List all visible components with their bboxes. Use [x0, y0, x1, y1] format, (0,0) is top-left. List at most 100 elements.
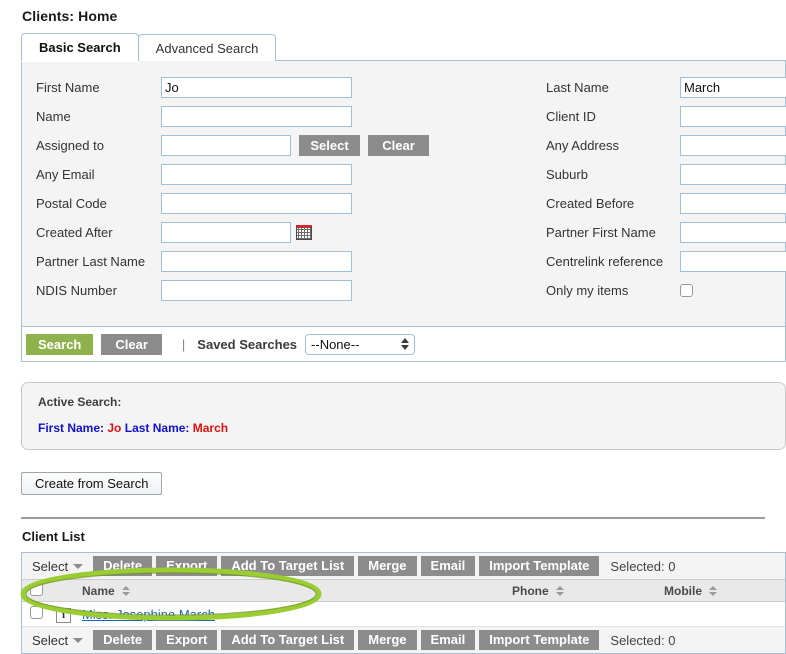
assigned-to-clear-button[interactable]: Clear [368, 134, 429, 156]
client-name-link[interactable]: Miss. Josephine March [82, 607, 215, 622]
page-title: Clients: Home [22, 8, 118, 24]
header-phone[interactable]: Phone [512, 579, 664, 602]
partner-first-name-input[interactable] [680, 221, 786, 243]
merge-button-top[interactable]: Merge [358, 556, 417, 576]
header-info [56, 579, 82, 602]
any-email-input[interactable] [161, 163, 352, 185]
field-name-label: Name [36, 108, 71, 124]
clear-button[interactable]: Clear [101, 333, 162, 355]
select-dropdown-label: Select [32, 558, 69, 574]
field-created-before-label: Created Before [546, 195, 635, 211]
create-from-search-button[interactable]: Create from Search [21, 472, 163, 495]
select-all-checkbox[interactable] [30, 582, 43, 596]
field-partner-last-name: Partner Last Name [22, 248, 532, 274]
field-first-name-label: First Name [36, 79, 100, 95]
export-button-top[interactable]: Export [156, 556, 218, 576]
field-any-address: Any Address [532, 132, 786, 158]
merge-button-bottom[interactable]: Merge [358, 630, 417, 650]
centrelink-reference-input[interactable] [680, 250, 786, 272]
search-form-left-column: First Name Name Assigned to Select Clear… [22, 74, 532, 306]
table-header-row: Name Phone Mobile [22, 579, 785, 602]
search-actions-bar: Search Clear | Saved Searches --None-- [21, 327, 786, 362]
info-icon[interactable]: i [56, 607, 71, 623]
saved-searches-label: Saved Searches [197, 336, 298, 352]
import-template-button-bottom[interactable]: Import Template [479, 630, 600, 650]
sort-icon-phone[interactable] [555, 585, 564, 596]
field-created-after-label: Created After [36, 224, 113, 240]
search-tabs: Basic Search Advanced Search [21, 33, 786, 61]
field-postal-code-label: Postal Code [36, 195, 107, 211]
chevron-down-icon [73, 563, 84, 569]
select-dropdown-bottom[interactable]: Select [26, 633, 89, 648]
client-list-toolbar-bottom: Select Delete Export Add To Target List … [22, 627, 785, 653]
saved-searches-select[interactable]: --None-- [305, 333, 416, 355]
row-info-cell: i [56, 601, 82, 627]
name-input[interactable] [161, 105, 352, 127]
assigned-to-select-button[interactable]: Select [299, 134, 360, 156]
field-only-my-items: Only my items [532, 277, 786, 303]
suburb-input[interactable] [680, 163, 786, 185]
field-created-before: Created Before [532, 190, 786, 216]
client-list-toolbar-top: Select Delete Export Add To Target List … [22, 553, 785, 579]
calendar-icon[interactable] [296, 224, 312, 240]
field-created-after: Created After [22, 219, 532, 245]
header-mobile[interactable]: Mobile [664, 579, 785, 602]
created-before-input[interactable] [680, 192, 786, 214]
field-any-email: Any Email [22, 161, 532, 187]
active-search-key-first-name: First Name: [38, 421, 105, 435]
selected-count-bottom: Selected: 0 [610, 632, 676, 648]
tab-basic-search-label: Basic Search [39, 40, 121, 55]
client-list-body: i Miss. Josephine March [22, 601, 785, 627]
row-mobile-cell [664, 601, 785, 627]
client-list-table: Name Phone Mobile i Miss. Josephine Marc… [22, 579, 785, 627]
select-dropdown-label: Select [32, 632, 69, 648]
tab-advanced-search[interactable]: Advanced Search [137, 34, 277, 61]
header-name[interactable]: Name [82, 579, 512, 602]
search-button[interactable]: Search [26, 333, 94, 355]
created-after-input[interactable] [161, 221, 291, 243]
delete-button-top[interactable]: Delete [93, 556, 153, 576]
sort-icon-name[interactable] [121, 585, 130, 596]
saved-searches-select-wrap: --None-- [305, 333, 416, 355]
first-name-input[interactable] [161, 76, 352, 98]
last-name-input[interactable] [680, 76, 786, 98]
field-postal-code: Postal Code [22, 190, 532, 216]
field-any-email-label: Any Email [36, 166, 95, 182]
header-mobile-label: Mobile [664, 583, 702, 598]
sort-icon-mobile[interactable] [709, 585, 717, 596]
field-assigned-to-label: Assigned to [36, 137, 104, 153]
app-stage: Clients: Home Basic Search Advanced Sear… [0, 0, 786, 654]
field-ndis-number-label: NDIS Number [36, 282, 117, 298]
partner-last-name-input[interactable] [161, 250, 352, 272]
tab-basic-search[interactable]: Basic Search [21, 33, 139, 61]
active-search-terms: First Name: Jo Last Name: March [38, 421, 785, 435]
assigned-to-input[interactable] [161, 134, 291, 156]
header-phone-label: Phone [512, 583, 549, 598]
field-partner-first-name: Partner First Name [532, 219, 786, 245]
field-partner-last-name-label: Partner Last Name [36, 253, 146, 269]
field-first-name: First Name [22, 74, 532, 100]
field-ndis-number: NDIS Number [22, 277, 532, 303]
only-my-items-checkbox[interactable] [680, 283, 693, 297]
client-list-header: Name Phone Mobile [22, 579, 785, 602]
ndis-number-input[interactable] [161, 279, 352, 301]
active-search-value-first-name: Jo [107, 421, 122, 435]
postal-code-input[interactable] [161, 192, 352, 214]
import-template-button-top[interactable]: Import Template [479, 556, 600, 576]
email-button-top[interactable]: Email [420, 556, 476, 576]
field-client-id-label: Client ID [546, 108, 596, 124]
client-id-input[interactable] [680, 105, 786, 127]
separator: | [181, 336, 186, 352]
add-to-target-list-button-top[interactable]: Add To Target List [221, 556, 355, 576]
field-centrelink-reference: Centrelink reference [532, 248, 786, 274]
delete-button-bottom[interactable]: Delete [93, 630, 153, 650]
email-button-bottom[interactable]: Email [420, 630, 476, 650]
any-address-input[interactable] [680, 134, 786, 156]
select-dropdown-top[interactable]: Select [26, 559, 89, 574]
add-to-target-list-button-bottom[interactable]: Add To Target List [221, 630, 355, 650]
active-search-key-last-name: Last Name: [124, 421, 190, 435]
export-button-bottom[interactable]: Export [156, 630, 218, 650]
field-name: Name [22, 103, 532, 129]
row-checkbox[interactable] [30, 606, 43, 619]
row-select-cell [22, 601, 56, 627]
